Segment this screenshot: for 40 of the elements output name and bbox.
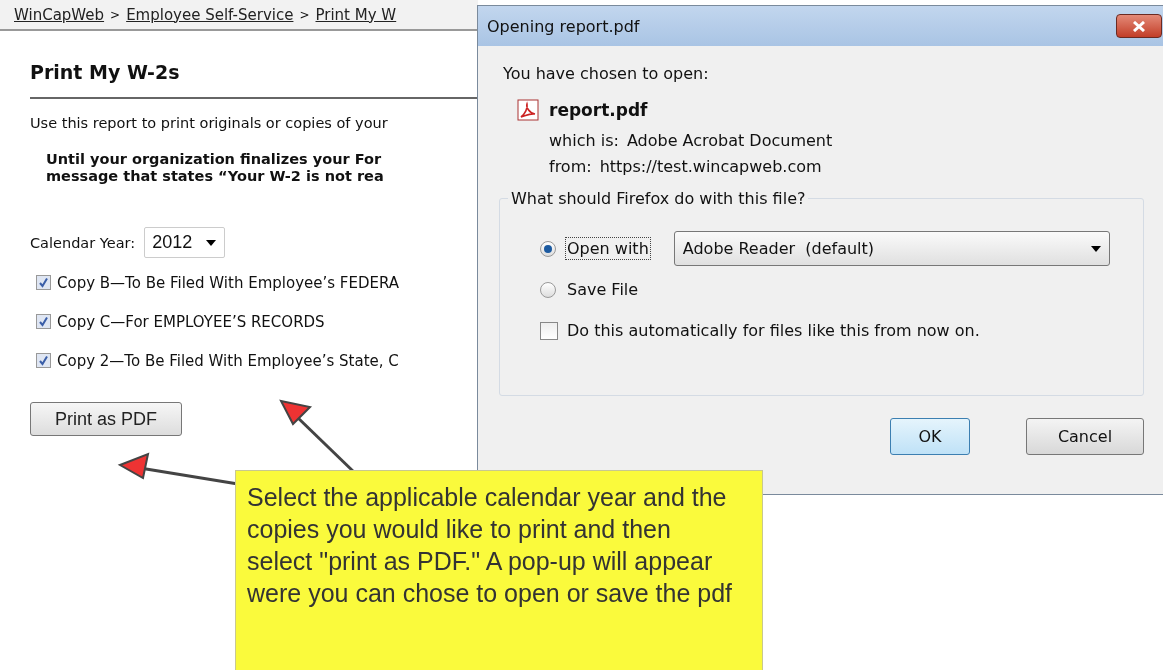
breadcrumb-link[interactable]: Employee Self-Service — [126, 5, 294, 24]
checkbox-label: Copy B—To Be Filed With Employee’s FEDERA — [57, 273, 400, 292]
breadcrumb-link[interactable]: Print My W — [315, 5, 397, 24]
checkbox-label: Do this automatically for files like this from now on. — [567, 321, 980, 340]
breadcrumb-separator: > — [299, 7, 310, 22]
dialog-title: Opening report.pdf — [487, 16, 640, 36]
checkbox[interactable] — [36, 275, 51, 290]
caret-icon — [206, 239, 217, 246]
notice-text: Until your organization finalizes your For — [46, 151, 383, 168]
checkbox-label: Copy 2—To Be Filed With Employee’s State, C — [57, 351, 399, 370]
year-label: Calendar Year: — [30, 234, 136, 251]
detail-label: from: — [549, 157, 592, 176]
radio-label: Save File — [566, 279, 640, 301]
close-button[interactable] — [1116, 14, 1162, 38]
application-dropdown[interactable]: Adobe Reader (default) — [673, 231, 1110, 266]
detail-value: https://test.wincapweb.com — [599, 157, 822, 176]
print-pdf-button[interactable]: Print as PDF — [30, 402, 182, 436]
breadcrumb-separator: > — [110, 7, 121, 22]
radio-button[interactable] — [540, 281, 556, 298]
radio-button[interactable] — [540, 240, 556, 257]
detail-value: Adobe Acrobat Document — [626, 131, 833, 150]
caret-icon — [1090, 245, 1101, 252]
checkbox-label: Copy C—For EMPLOYEE’S RECORDS — [57, 312, 325, 331]
cancel-button[interactable]: Cancel — [1026, 418, 1144, 455]
intro-text: Use this report to print originals or copies of your — [30, 115, 389, 131]
checkbox[interactable] — [36, 314, 51, 329]
breadcrumb-link[interactable]: WinCapWeb — [14, 5, 105, 24]
detail-label: which is: — [549, 131, 619, 150]
notice-text: message that states “Your W-2 is not rea — [46, 168, 385, 185]
checkbox[interactable] — [540, 321, 558, 340]
file-name: report.pdf — [549, 100, 648, 120]
page-title: Print My W-2s — [30, 61, 181, 83]
dialog-intro: You have chosen to open: — [503, 64, 710, 83]
radio-label: Open with — [565, 237, 651, 260]
year-dropdown[interactable]: 2012 — [144, 227, 226, 258]
checkbox[interactable] — [36, 353, 51, 368]
close-icon — [1132, 20, 1146, 32]
ok-button[interactable]: OK — [890, 418, 970, 455]
pdf-file-icon — [517, 99, 539, 121]
callout-note: Select the applicable calendar year and the copies you would like to print and then select "print as PDF." A pop-up will appear were you can chose to open or save the pdf — [235, 470, 763, 670]
